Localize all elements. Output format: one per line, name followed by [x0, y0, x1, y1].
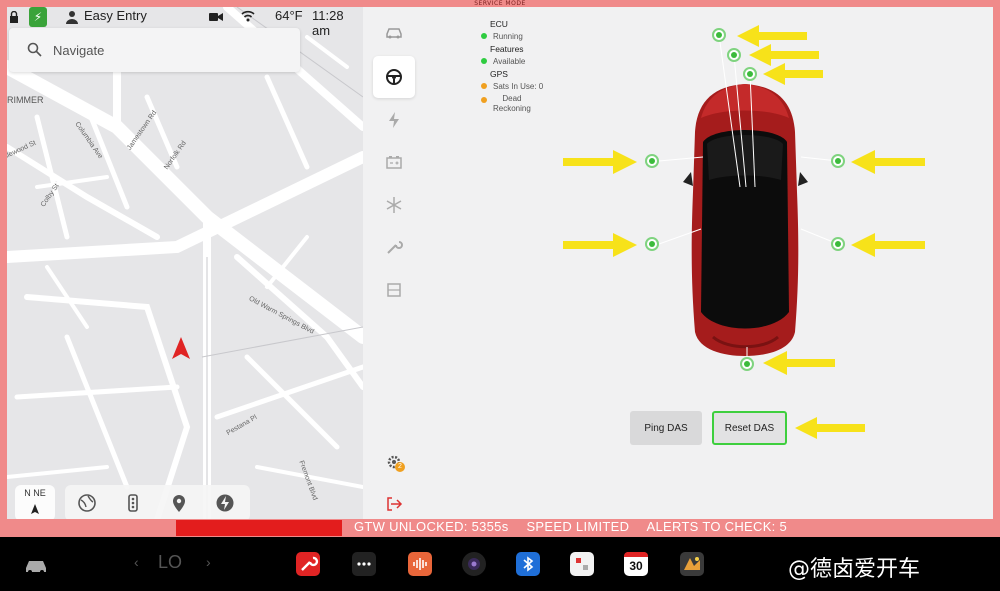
- sidebar-item-settings[interactable]: 2: [373, 441, 415, 483]
- sidebar-item-climate[interactable]: [373, 184, 415, 226]
- features-label: Features: [490, 44, 524, 54]
- navigation-map[interactable]: RIMMER Columbia Ave Jamestown Rd Norfolk…: [7, 7, 363, 520]
- vehicle-topdown-image: [683, 84, 808, 356]
- calendar-day: 30: [629, 559, 643, 573]
- service-wrench-app-icon[interactable]: [296, 552, 320, 576]
- status-bar: ⚡ Easy Entry 64°F 11:28 am: [7, 7, 363, 38]
- service-alert-bar: GTW UNLOCKED: 5355s SPEED LIMITED ALERTS…: [0, 519, 1000, 537]
- bolt-icon: [389, 112, 399, 128]
- driver-profile[interactable]: Easy Entry: [84, 8, 147, 23]
- ok-indicator-icon: [481, 58, 487, 64]
- ecu-label: ECU: [490, 19, 508, 29]
- sensor-camera-left-repeater: [645, 154, 659, 168]
- settings-badge: 2: [395, 462, 405, 472]
- exit-icon: [387, 497, 403, 511]
- speed-limited-alert: SPEED LIMITED: [526, 519, 630, 534]
- arcade-app-icon[interactable]: [680, 552, 704, 576]
- sensor-camera-left-pillar: [645, 237, 659, 251]
- ping-das-button[interactable]: Ping DAS: [630, 411, 702, 445]
- calculator-app-icon[interactable]: [570, 552, 594, 576]
- sidebar-item-tools[interactable]: [373, 226, 415, 268]
- search-icon: [27, 42, 42, 57]
- service-sidebar: 2: [363, 7, 427, 520]
- alert-text: GTW UNLOCKED: 5355s SPEED LIMITED ALERTS…: [354, 519, 801, 534]
- gps-label: GPS: [490, 69, 508, 79]
- annotation-arrow-right-icon: [563, 233, 637, 257]
- map-tools-bar: [65, 485, 250, 520]
- sidebar-item-battery[interactable]: [373, 141, 415, 183]
- warning-indicator-icon: [481, 83, 487, 89]
- sidebar-item-steering[interactable]: [373, 56, 415, 98]
- ok-indicator-icon: [481, 33, 487, 39]
- calendar-app-icon[interactable]: 30: [624, 552, 648, 576]
- wifi-icon[interactable]: [241, 10, 255, 22]
- annotation-arrow-left-icon: [851, 233, 925, 257]
- user-icon[interactable]: [65, 10, 79, 24]
- service-panel: 2 ECU Running Features Available GPS Sat…: [363, 7, 993, 520]
- bluetooth-app-icon[interactable]: [516, 552, 540, 576]
- alerts-to-check-count[interactable]: ALERTS TO CHECK: 5: [647, 519, 788, 534]
- street-label-rimmer: RIMMER: [7, 95, 44, 105]
- lock-icon[interactable]: [9, 11, 19, 23]
- cabin-temperature[interactable]: LO: [158, 552, 182, 573]
- service-mode-label-top: SERVICE MODE: [474, 0, 526, 7]
- sidebar-item-doors[interactable]: [373, 269, 415, 311]
- sidebar-item-power[interactable]: [373, 99, 415, 141]
- charging-station-icon[interactable]: [215, 493, 235, 513]
- annotation-arrow-left-icon: [763, 351, 835, 375]
- steering-wheel-icon: [386, 69, 402, 85]
- gtw-unlocked-timer: GTW UNLOCKED: 5355s: [354, 519, 509, 534]
- car-icon: [386, 28, 402, 39]
- sensor-camera-narrow: [727, 48, 741, 62]
- traffic-light-icon[interactable]: [123, 493, 143, 513]
- wrench-icon: [387, 241, 403, 254]
- gtw-unlock-progress: [176, 520, 342, 536]
- temp-down-chevron-icon[interactable]: ‹: [134, 554, 139, 570]
- dashcam-icon[interactable]: [209, 12, 223, 22]
- ecu-status: Running: [481, 32, 523, 41]
- sensor-camera-wide: [743, 67, 757, 81]
- door-icon: [387, 283, 401, 297]
- sensor-camera-rear: [740, 357, 754, 371]
- annotation-arrow-left-icon: [795, 417, 865, 439]
- clock: 11:28 am: [312, 8, 344, 38]
- sensor-camera-main: [712, 28, 726, 42]
- annotation-arrow-right-icon: [563, 150, 637, 174]
- battery-icon: [386, 156, 402, 169]
- gps-sats-status: Sats In Use: 0: [481, 82, 543, 91]
- features-status: Available: [481, 57, 525, 66]
- navigate-input[interactable]: [53, 39, 283, 61]
- sensor-camera-right-pillar: [831, 237, 845, 251]
- car-controls-icon[interactable]: [24, 553, 48, 577]
- vehicle-position-icon: [172, 337, 190, 359]
- charging-icon[interactable]: ⚡: [29, 7, 47, 27]
- compass-button[interactable]: N NE: [15, 485, 55, 520]
- reset-das-button[interactable]: Reset DAS: [712, 411, 787, 445]
- watermark-text: @德卤爱开车: [788, 557, 921, 582]
- snowflake-icon: [386, 197, 402, 213]
- sidebar-item-vehicle[interactable]: [373, 11, 415, 53]
- annotation-arrow-left-icon: [851, 150, 925, 174]
- compass-heading: N NE: [24, 488, 46, 498]
- navigate-search-box[interactable]: [9, 28, 300, 72]
- more-apps-icon[interactable]: [352, 552, 376, 576]
- camera-app-icon[interactable]: [462, 552, 486, 576]
- outside-temperature: 64°F: [275, 8, 303, 23]
- audio-app-icon[interactable]: [408, 552, 432, 576]
- dead-reckoning-status: Dead Reckoning: [481, 94, 531, 114]
- globe-icon[interactable]: [77, 493, 97, 513]
- location-pin-icon[interactable]: [169, 493, 189, 513]
- temp-up-chevron-icon[interactable]: ›: [206, 554, 211, 570]
- annotation-arrow-left-icon: [763, 63, 823, 85]
- warning-indicator-icon: [481, 97, 487, 103]
- sensor-camera-right-repeater: [831, 154, 845, 168]
- heading-arrow-icon: [31, 504, 39, 514]
- map-roads: [7, 7, 363, 520]
